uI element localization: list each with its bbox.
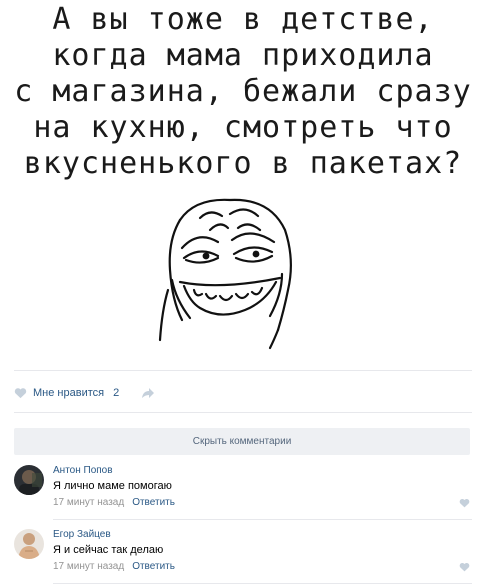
- comment-meta: 17 минут назад Ответить: [53, 497, 175, 508]
- heart-icon[interactable]: [459, 562, 470, 572]
- comment-time[interactable]: 17 минут назад: [53, 561, 124, 572]
- meme-caption-line: с магазина, бежали сразу: [14, 74, 472, 109]
- meme-caption: А вы тоже в детстве, когда мама приходил…: [0, 2, 486, 182]
- divider: [53, 519, 472, 520]
- rage-face-image: [158, 198, 292, 350]
- divider: [14, 370, 472, 371]
- like-button-label[interactable]: Мне нравится: [33, 387, 104, 399]
- meme-caption-line: когда мама приходила: [52, 38, 434, 73]
- divider: [14, 412, 472, 413]
- heart-icon[interactable]: [14, 387, 27, 399]
- meme-caption-line: на кухню, смотреть что: [33, 110, 453, 145]
- comment-text: Я лично маме помогаю: [53, 480, 172, 492]
- share-icon[interactable]: [141, 387, 155, 399]
- post-actions-bar: Мне нравится 2: [14, 383, 155, 403]
- meme-caption-line: вкусненького в пакетах?: [23, 146, 463, 181]
- avatar[interactable]: [14, 465, 44, 495]
- comment-author[interactable]: Антон Попов: [53, 465, 113, 476]
- heart-icon[interactable]: [459, 498, 470, 508]
- divider: [53, 583, 472, 584]
- reply-button[interactable]: Ответить: [132, 497, 175, 508]
- comment-item: Егор Зайцев Я и сейчас так делаю 17 мину…: [14, 529, 472, 587]
- hide-comments-button[interactable]: Скрыть комментарии: [14, 428, 470, 455]
- meme-caption-line: А вы тоже в детстве,: [52, 2, 434, 37]
- comment-text: Я и сейчас так делаю: [53, 544, 164, 556]
- hide-comments-label: Скрыть комментарии: [192, 436, 292, 447]
- avatar[interactable]: [14, 529, 44, 559]
- like-count[interactable]: 2: [113, 387, 119, 399]
- comment-author[interactable]: Егор Зайцев: [53, 529, 111, 540]
- comment-time[interactable]: 17 минут назад: [53, 497, 124, 508]
- reply-button[interactable]: Ответить: [132, 561, 175, 572]
- comment-meta: 17 минут назад Ответить: [53, 561, 175, 572]
- comment-item: Антон Попов Я лично маме помогаю 17 мину…: [14, 465, 472, 523]
